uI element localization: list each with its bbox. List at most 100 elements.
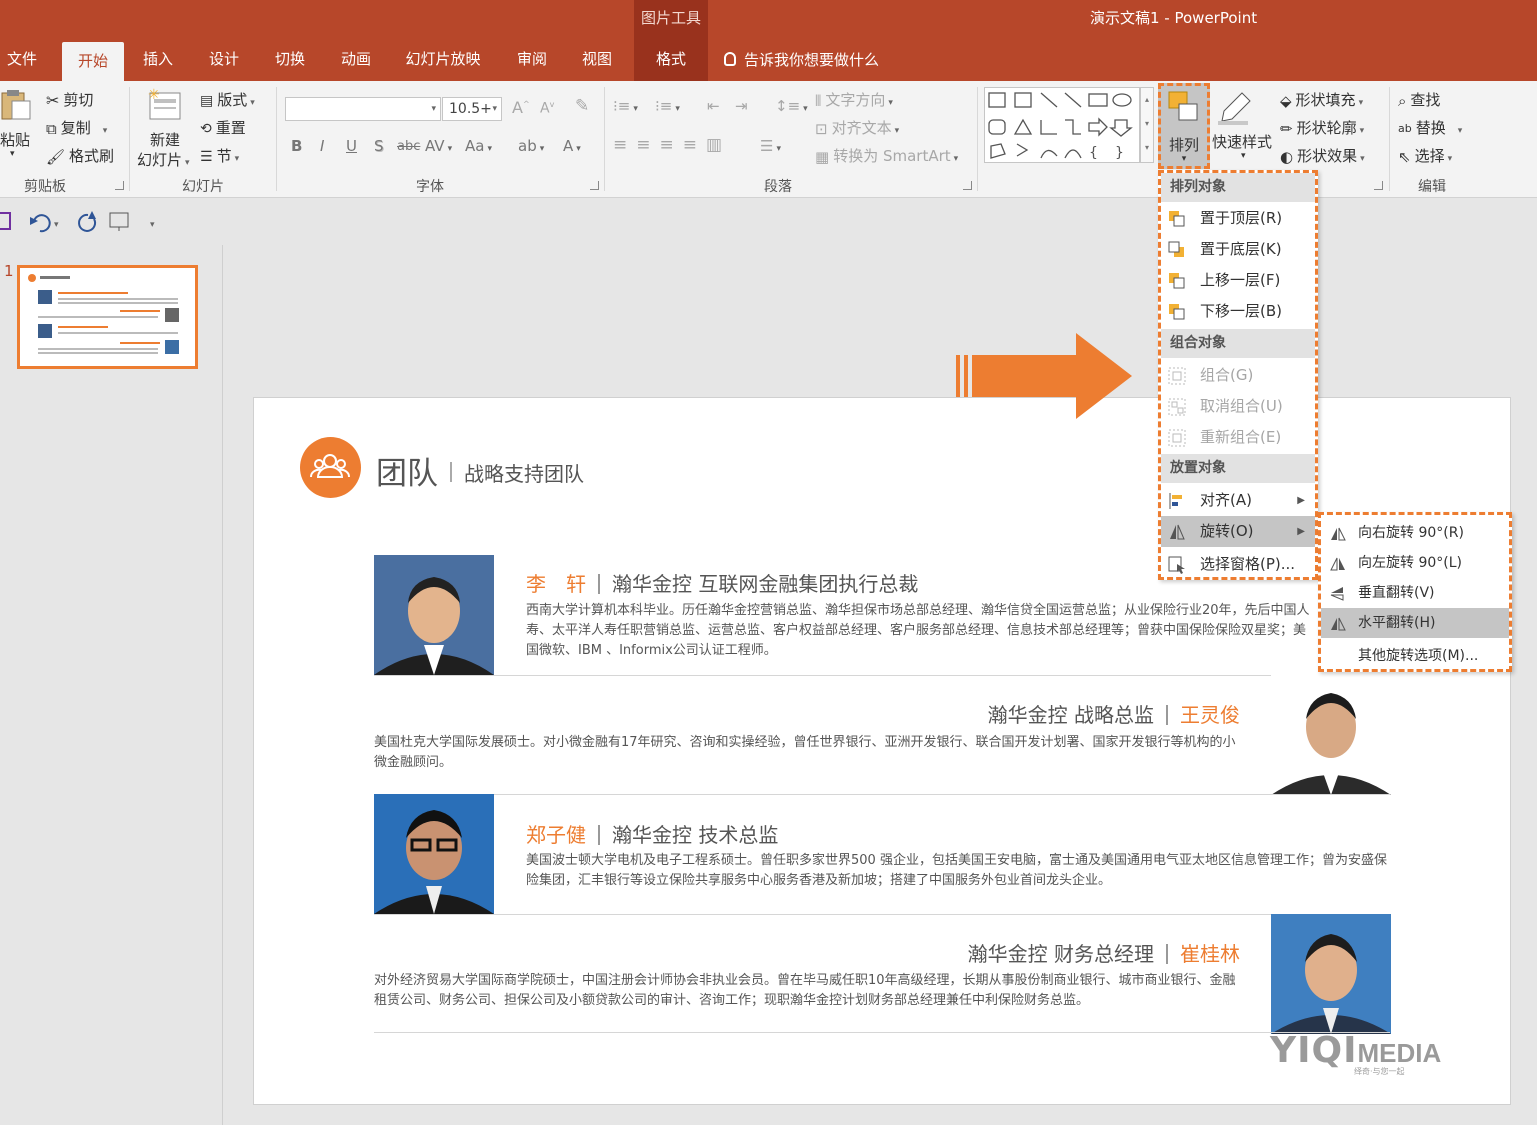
person-photo-1[interactable] [374,555,494,675]
tab-insert[interactable]: 插入 [134,40,182,81]
smartart-button[interactable]: ▦ 转换为 SmartArt ▾ [815,145,958,166]
font-size-box[interactable]: 10.5+ ▾ [442,97,502,121]
clipboard-launcher-icon[interactable] [115,181,124,190]
columns-button[interactable]: ☰ ▾ [760,137,781,155]
bullets-button[interactable]: ⁝≡ ▾ [613,97,638,115]
reset-button[interactable]: ⟲ 重置 [200,117,246,138]
quick-styles-dropdown[interactable]: ▾ [1241,151,1246,161]
layout-button[interactable]: ▤ 版式 ▾ [200,89,255,110]
paragraph-launcher-icon[interactable] [963,181,972,190]
new-slide-button[interactable]: ✳ [146,87,184,127]
copy-icon: ⧉ [46,119,57,138]
change-case-button[interactable]: Aa ▾ [465,137,492,155]
section-button[interactable]: ☰ 节 ▾ [200,145,239,166]
font-launcher-icon[interactable] [590,181,599,190]
quick-styles-label[interactable]: 快速样式 [1212,131,1272,152]
italic-button[interactable]: I [320,137,324,155]
tab-design[interactable]: 设计 [200,40,248,81]
shape-outline-button[interactable]: ✏ 形状轮廓 ▾ [1280,117,1364,138]
gallery-scroll[interactable]: ▴ ▾ ▾ [1140,87,1154,163]
drawing-launcher-icon[interactable] [1374,181,1383,190]
paste-button[interactable] [0,87,34,125]
grow-font-button[interactable]: A^ [512,98,530,117]
menu-bring-forward[interactable]: 上移一层(F) [1161,265,1315,296]
char-spacing-button[interactable]: AV ▾ [425,137,452,155]
editing-group-label: 编辑 [1418,179,1446,195]
new-slide-label-1[interactable]: 新建 [150,129,180,150]
find-button[interactable]: ⌕ 查找 [1398,89,1440,110]
copy-button[interactable]: ⧉ 复制 ▾ [46,117,107,138]
font-group-label: 字体 [416,179,444,195]
tab-transitions[interactable]: 切换 [266,40,314,81]
person-photo-3[interactable] [374,794,494,914]
menu-regroup[interactable]: 重新组合(E) [1161,422,1315,453]
tab-slideshow[interactable]: 幻灯片放映 [398,40,488,81]
highlight-button[interactable]: ab ▾ [518,137,544,155]
shrink-font-button[interactable]: Av [540,100,554,117]
align-buttons[interactable]: ≡≡≡≡▥ [613,135,731,155]
menu-group[interactable]: 组合(G) [1161,360,1315,391]
svg-text:▾: ▾ [150,220,155,230]
strikethrough-button[interactable]: abc [397,139,420,154]
align-text-button[interactable]: ⊡ 对齐文本 ▾ [815,117,899,138]
tab-review[interactable]: 审阅 [508,40,556,81]
cut-button[interactable]: ✂ 剪切 [46,89,93,110]
flip-horizontal[interactable]: 水平翻转(H) [1321,608,1509,638]
select-button[interactable]: ⇖ 选择 ▾ [1398,145,1452,166]
more-rotation-options[interactable]: 其他旋转选项(M)... [1321,641,1509,671]
menu-send-backward[interactable]: 下移一层(B) [1161,296,1315,327]
new-slide-label-2[interactable]: 幻灯片 ▾ [137,149,190,170]
slide-thumbnail[interactable] [17,265,198,369]
person-photo-4[interactable] [1271,914,1391,1034]
person-photo-2[interactable] [1271,675,1391,795]
bring-to-front-icon [1169,211,1185,227]
arrange-button[interactable]: 排列 ▾ [1158,83,1210,169]
watermark-brand: YIQI [1270,1030,1358,1071]
clear-format-icon[interactable]: ✎ [575,96,589,116]
bring-forward-icon [1169,273,1185,289]
title-divider [450,462,452,482]
shapes-gallery[interactable]: {} [984,87,1140,163]
shadow-button[interactable]: S [374,137,384,155]
shape-effects-button[interactable]: ◐ 形状效果 ▾ [1280,145,1365,166]
menu-rotate[interactable]: 旋转(O) ▶ [1161,516,1315,547]
text-direction-button[interactable]: ⫴ 文字方向 ▾ [815,89,893,110]
bold-button[interactable]: B [291,137,302,155]
rotate-right-90[interactable]: 向右旋转 90°(R) [1321,518,1509,548]
tab-home[interactable]: 开始 [62,42,124,81]
decrease-indent-button[interactable]: ⇤ [707,97,720,115]
tab-animations[interactable]: 动画 [332,40,380,81]
flip-vertical[interactable]: 垂直翻转(V) [1321,578,1509,608]
font-name-box[interactable]: ▾ [285,97,441,121]
rotate-left-icon [1330,557,1345,571]
paste-dropdown[interactable]: ▾ [10,149,15,159]
numbering-button[interactable]: ⁝≡ ▾ [655,97,680,115]
format-painter-button[interactable]: 🖌 格式刷 [46,145,114,166]
portrait-2 [1271,675,1391,795]
tab-format[interactable]: 格式 [634,40,708,81]
menu-send-to-back[interactable]: 置于底层(K) [1161,234,1315,265]
group-separator [276,87,277,191]
replace-button[interactable]: ab 替换 ▾ [1398,117,1462,138]
menu-selection-pane[interactable]: 选择窗格(P)... [1161,549,1315,580]
increase-indent-button[interactable]: ⇥ [735,97,748,115]
menu-ungroup[interactable]: 取消组合(U) [1161,391,1315,422]
underline-button[interactable]: U [346,137,357,155]
selection-pane-icon [1168,556,1185,574]
font-color-button[interactable]: A ▾ [563,137,581,155]
portrait-1 [374,555,494,675]
line-spacing-button[interactable]: ↕≡ ▾ [775,97,808,115]
line-spacing-icon: ↕≡ [775,97,801,115]
tell-me-search[interactable]: 告诉我你想要做什么 [724,40,879,80]
shape-fill-button[interactable]: ⬙ 形状填充 ▾ [1280,89,1363,110]
menu-bring-to-front[interactable]: 置于顶层(R) [1161,203,1315,234]
align-icon [1169,493,1182,509]
slide-canvas[interactable]: 团队 战略支持团队 李 轩 瀚华金控 互联网金融集团执行总裁 西南大学计算机本科毕… [253,397,1511,1105]
rotate-left-90[interactable]: 向左旋转 90°(L) [1321,548,1509,578]
quick-styles-button[interactable] [1214,89,1254,131]
tab-file[interactable]: 文件 [0,40,44,81]
flip-vertical-icon [1330,587,1344,601]
tab-view[interactable]: 视图 [573,40,621,81]
paste-label[interactable]: 粘贴 [0,129,30,150]
menu-align[interactable]: 对齐(A) ▶ [1161,485,1315,516]
